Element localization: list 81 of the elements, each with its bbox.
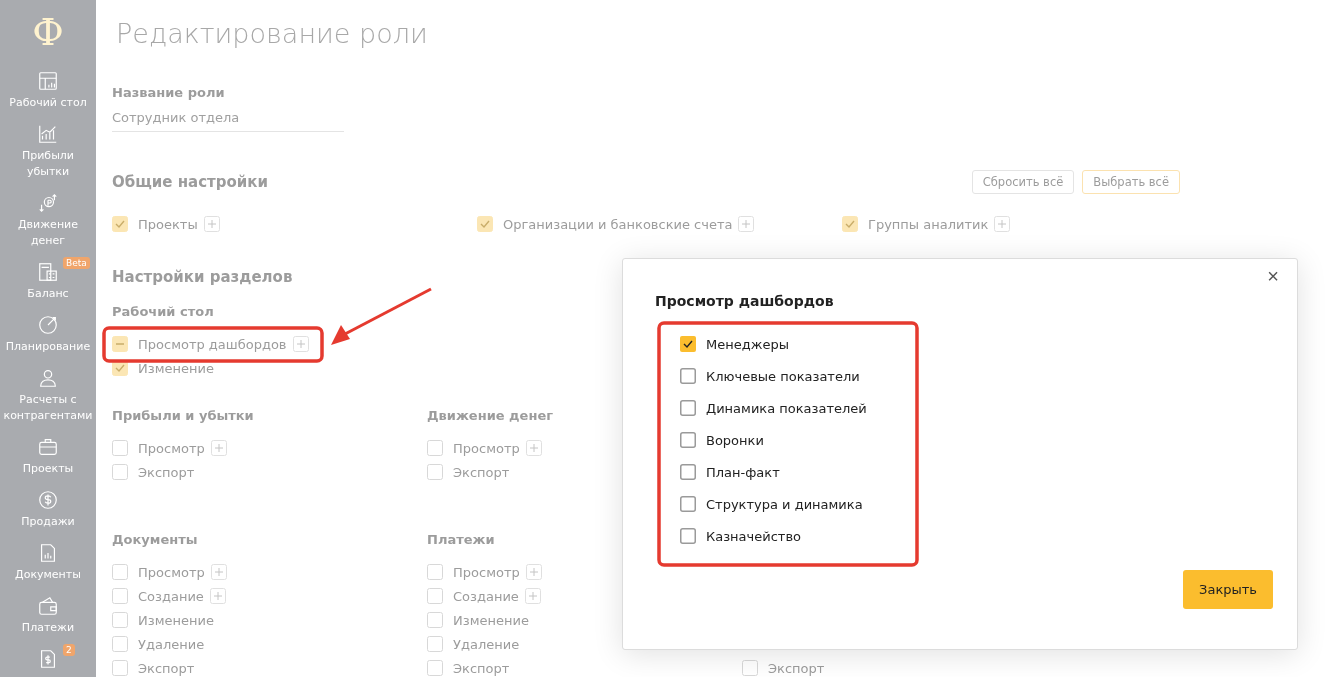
checkbox-label[interactable]: Просмотр дашбордов (138, 336, 287, 352)
checkbox-label[interactable]: Просмотр (138, 564, 205, 580)
select-all-button[interactable]: Выбрать всё (1082, 170, 1180, 194)
sidebar-item-label[interactable]: Продажи (1, 514, 95, 530)
section-subheading: Прибыли и убытки (112, 408, 254, 425)
checkbox-label[interactable]: Просмотр (138, 440, 205, 456)
checkbox-label[interactable]: Удаление (453, 636, 520, 652)
checkbox-label[interactable]: Динамика показателей (706, 400, 867, 416)
section-subheading: Рабочий стол (112, 304, 214, 321)
checkbox[interactable] (680, 496, 696, 512)
checkbox-label[interactable]: Просмотр (453, 440, 520, 456)
field-label: Название роли (112, 85, 225, 100)
plus-icon[interactable] (203, 216, 220, 232)
role-name-field[interactable]: Сотрудник отдела (112, 102, 344, 132)
checkbox-label[interactable]: Экспорт (138, 660, 195, 676)
checkbox-label[interactable]: Удаление (138, 636, 205, 652)
dollar-icon[interactable] (37, 489, 59, 511)
section-heading: Общие настройки (112, 173, 269, 191)
checkbox-label[interactable]: Изменение (138, 360, 214, 376)
checkbox-label[interactable]: Создание (453, 588, 519, 604)
plus-icon[interactable] (209, 588, 226, 604)
briefcase-icon[interactable] (37, 436, 59, 458)
badge: Beta (63, 257, 90, 269)
plus-icon[interactable] (292, 336, 309, 352)
plus-icon[interactable] (525, 564, 542, 580)
section-subheading: Платежи (427, 532, 495, 549)
calculator-icon[interactable] (37, 261, 59, 283)
app-logo[interactable]: Ф (32, 10, 64, 54)
checkbox[interactable] (680, 336, 696, 352)
close-dialog-button[interactable]: Закрыть (1183, 570, 1273, 609)
page-title: Редактирование роли (116, 18, 428, 49)
table-icon[interactable] (37, 70, 59, 92)
plus-icon[interactable] (738, 216, 755, 232)
checkbox[interactable] (680, 432, 696, 448)
checkbox[interactable] (680, 400, 696, 416)
checkbox-label[interactable]: Менеджеры (706, 336, 789, 352)
sidebar-item-label[interactable]: Прибыли убытки (1, 148, 95, 180)
checkbox-label[interactable]: Воронки (706, 432, 764, 448)
checkbox-label[interactable]: Создание (138, 588, 204, 604)
sidebar-item-label[interactable]: Планирование (1, 339, 95, 355)
target-icon[interactable] (37, 314, 59, 336)
checkbox-label[interactable]: Просмотр (453, 564, 520, 580)
sidebar-item-label[interactable]: Расчеты с контрагентами (1, 392, 95, 424)
checkbox-label[interactable]: Экспорт (768, 660, 825, 676)
section-subheading: Движение денег (427, 408, 553, 425)
checkbox-label[interactable]: Изменение (453, 612, 529, 628)
person-icon[interactable] (37, 367, 59, 389)
badge: 2 (63, 644, 75, 656)
checkbox[interactable] (680, 368, 696, 384)
sidebar-item-label[interactable]: Баланс (1, 286, 95, 302)
checkbox[interactable] (680, 464, 696, 480)
dialog-title: Просмотр дашбордов (655, 293, 834, 309)
checkbox-label[interactable]: План-факт (706, 464, 780, 480)
plus-icon[interactable] (210, 440, 227, 456)
checkbox-label[interactable]: Экспорт (138, 464, 195, 480)
wallet-icon[interactable] (37, 595, 59, 617)
checkbox-label[interactable]: Группы аналитик (868, 216, 989, 232)
checkbox-label[interactable]: Казначейство (706, 528, 802, 544)
sidebar-item-label[interactable]: Проекты (1, 461, 95, 477)
plus-icon[interactable] (525, 440, 542, 456)
checkbox-label[interactable]: Ключевые показатели (706, 368, 860, 384)
plus-icon[interactable] (994, 216, 1011, 232)
section-subheading: Документы (112, 532, 198, 549)
checkbox-label[interactable]: Экспорт (453, 660, 510, 676)
sidebar-item-label[interactable]: Платежи (1, 620, 95, 636)
checkbox-label[interactable]: Экспорт (453, 464, 510, 480)
plus-icon[interactable] (524, 588, 541, 604)
coin-arrows-icon[interactable] (37, 192, 59, 214)
plus-icon[interactable] (210, 564, 227, 580)
bar-chart-icon[interactable] (37, 123, 59, 145)
close-button[interactable]: × (1263, 265, 1283, 288)
checkbox-label[interactable]: Изменение (138, 612, 214, 628)
sidebar-item-label[interactable]: Рабочий стол (1, 95, 95, 111)
checkbox[interactable] (680, 528, 696, 544)
checkbox-label[interactable]: Организации и банковские счета (503, 216, 733, 232)
checkbox-label[interactable]: Структура и динамика (706, 496, 863, 512)
sidebar-item-label[interactable]: Документы (1, 567, 95, 583)
sidebar-item-label[interactable]: Движение денег (1, 217, 95, 249)
reset-button[interactable]: Сбросить всё (971, 170, 1075, 194)
section-heading: Настройки разделов (112, 268, 293, 286)
checkbox-label[interactable]: Проекты (138, 216, 198, 232)
